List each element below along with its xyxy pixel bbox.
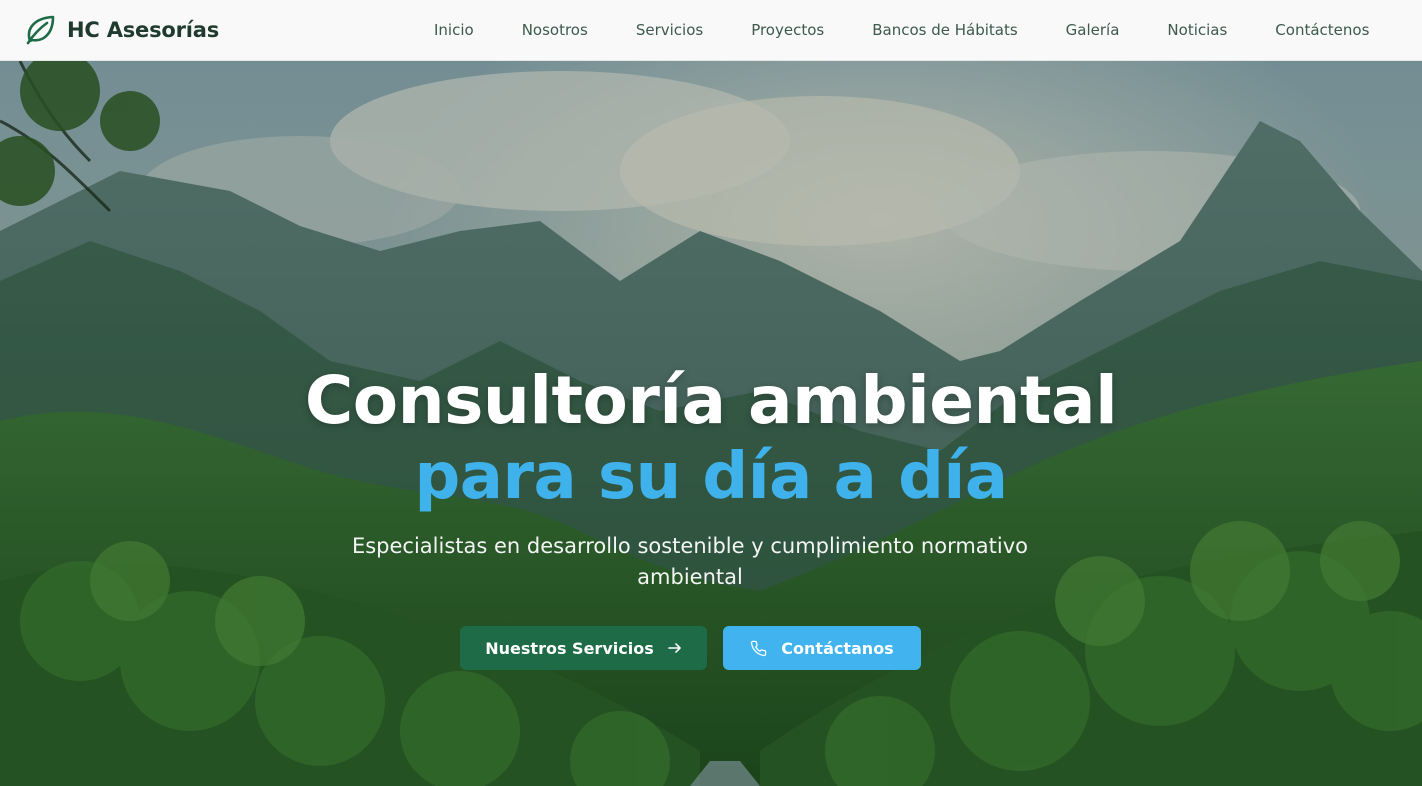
site-header: HC Asesorías Inicio Nosotros Servicios P… xyxy=(0,0,1422,61)
leaf-icon xyxy=(26,15,55,45)
brand-name: HC Asesorías xyxy=(67,18,220,42)
nav-item-bancos-de-habitats[interactable]: Bancos de Hábitats xyxy=(848,21,1041,39)
nuestros-servicios-button[interactable]: Nuestros Servicios xyxy=(460,626,707,670)
nav-item-servicios[interactable]: Servicios xyxy=(612,21,727,39)
main-nav: Inicio Nosotros Servicios Proyectos Banc… xyxy=(410,0,1393,60)
hero-title-line1: Consultoría ambiental xyxy=(304,362,1118,439)
nav-item-proyectos[interactable]: Proyectos xyxy=(727,21,848,39)
nav-item-contactenos[interactable]: Contáctenos xyxy=(1251,21,1393,39)
hero-subtitle: Especialistas en desarrollo sostenible y… xyxy=(351,534,1029,589)
contactanos-button[interactable]: Contáctanos xyxy=(723,626,921,670)
contactanos-label: Contáctanos xyxy=(781,638,894,658)
nav-item-noticias[interactable]: Noticias xyxy=(1143,21,1251,39)
hero-title-line2: para su día a día xyxy=(414,440,1008,514)
nav-item-galeria[interactable]: Galería xyxy=(1042,21,1144,39)
hero-buttons: Nuestros Servicios Contáctanos xyxy=(460,626,921,670)
nav-item-inicio[interactable]: Inicio xyxy=(410,21,498,39)
hero-section: Consultoría ambiental para su día a día … xyxy=(0,61,1422,786)
nuestros-servicios-label: Nuestros Servicios xyxy=(485,638,654,658)
brand[interactable]: HC Asesorías xyxy=(22,12,219,48)
nav-item-nosotros[interactable]: Nosotros xyxy=(498,21,612,39)
arrow-right-icon xyxy=(667,643,681,653)
phone-icon xyxy=(751,640,767,656)
hero-content: Consultoría ambiental para su día a día … xyxy=(0,61,1422,786)
